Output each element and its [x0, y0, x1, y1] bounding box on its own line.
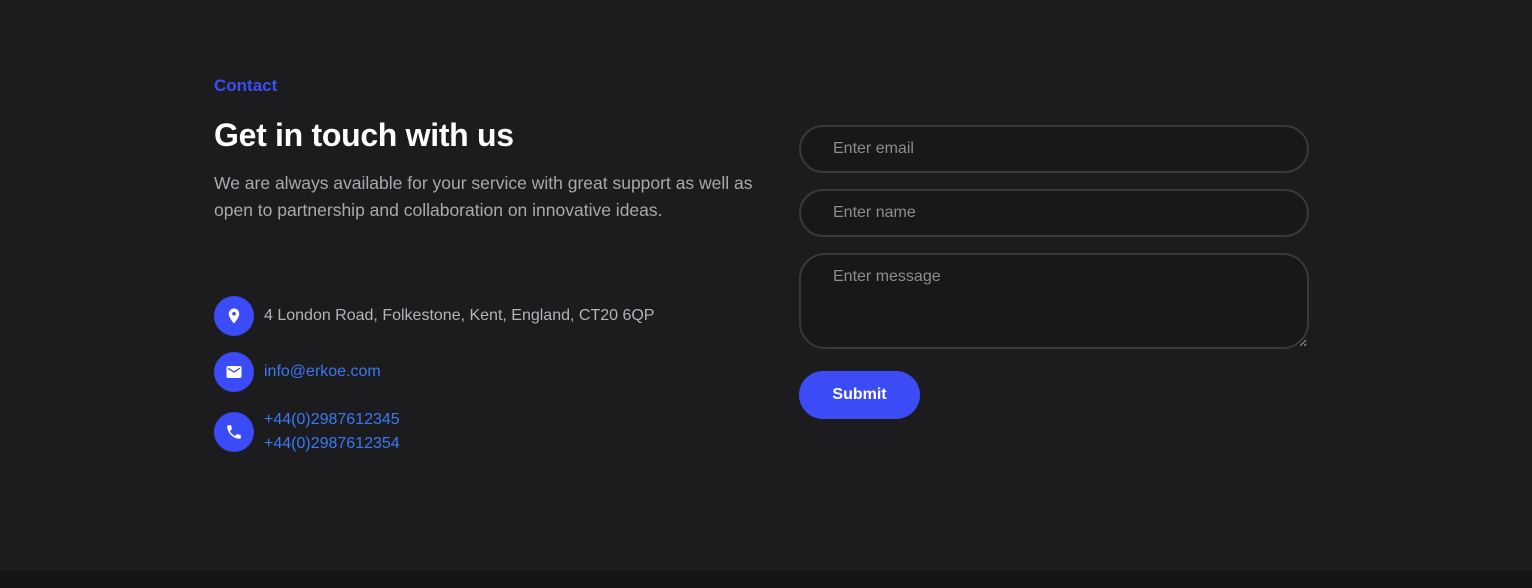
page-title: Get in touch with us: [214, 117, 514, 153]
contact-description: We are always available for your service…: [214, 173, 753, 220]
contact-section: Contact Get in touch with us We are alwa…: [0, 0, 1532, 571]
email-link[interactable]: info@erkoe.com: [264, 360, 381, 384]
message-field[interactable]: [799, 253, 1309, 349]
email-item: info@erkoe.com: [214, 352, 381, 392]
phone-link-2[interactable]: +44(0)2987612354: [264, 432, 400, 456]
phone-item: +44(0)2987612345 +44(0)2987612354: [214, 408, 400, 456]
name-field[interactable]: [799, 189, 1309, 237]
mail-icon: [214, 352, 254, 392]
phone-link-1[interactable]: +44(0)2987612345: [264, 408, 400, 432]
phone-icon: [214, 412, 254, 452]
address-text: 4 London Road, Folkestone, Kent, England…: [264, 307, 655, 324]
submit-button[interactable]: Submit: [799, 371, 920, 419]
location-pin-icon: [214, 296, 254, 336]
contact-intro: Contact Get in touch with us We are alwa…: [214, 74, 759, 224]
email-container: info@erkoe.com: [264, 360, 381, 384]
phone-container: +44(0)2987612345 +44(0)2987612354: [264, 408, 400, 456]
footer-strip: [0, 571, 1532, 588]
email-field[interactable]: [799, 125, 1309, 173]
section-eyebrow: Contact: [214, 76, 278, 95]
address-item: 4 London Road, Folkestone, Kent, England…: [214, 296, 654, 336]
